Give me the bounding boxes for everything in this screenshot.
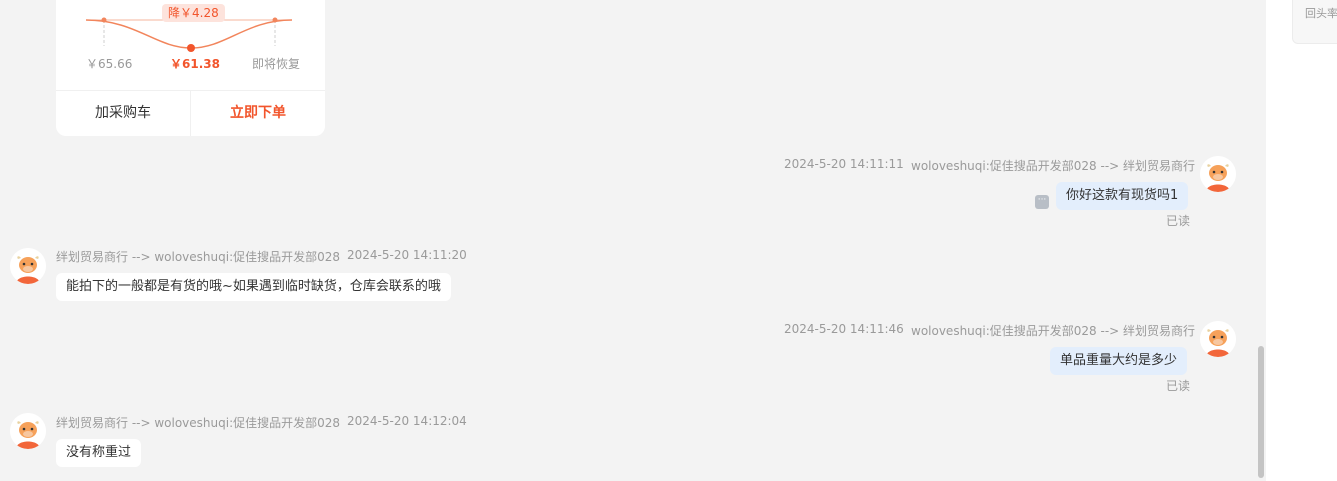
message-bubble: 能拍下的一般都是有货的哦~如果遇到临时缺货，仓库会联系的哦 — [56, 273, 451, 301]
message-bubble: 单品重量大约是多少 — [1050, 347, 1188, 375]
card-actions: 加采购车 立即下单 — [56, 90, 325, 136]
price-future: 即将恢复 — [252, 57, 301, 71]
product-card: 降￥4.28 ￥65.66 ￥61.38 即将恢复 加采购车 立即下单 — [56, 0, 325, 136]
chat-area: 降￥4.28 ￥65.66 ￥61.38 即将恢复 加采购车 立即下单 2024… — [0, 0, 1266, 481]
message-time: 2024-5-20 14:11:46 — [784, 322, 904, 336]
add-to-cart-button[interactable]: 加采购车 — [56, 91, 191, 136]
read-status: 已读 — [1166, 379, 1191, 393]
buy-now-button[interactable]: 立即下单 — [191, 91, 325, 136]
cow-avatar-icon — [10, 413, 46, 449]
stats-card: 回头率 — [1292, 0, 1337, 44]
message-route: 绊划贸易商行 --> woloveshuqi:促佳搜品开发部028 — [56, 416, 341, 430]
read-status: 已读 — [1166, 214, 1191, 228]
right-panel: 回头率 — [1266, 0, 1337, 481]
message-route: woloveshuqi:促佳搜品开发部028 --> 绊划贸易商行 — [911, 159, 1196, 173]
price-current: ￥61.38 — [170, 57, 220, 71]
cow-avatar-icon — [1200, 156, 1236, 192]
message-bubble: 你好这款有现货吗1 — [1056, 182, 1189, 210]
scrollbar-thumb[interactable] — [1258, 346, 1264, 478]
price-original: ￥65.66 — [86, 57, 133, 71]
stats-label: 回头率 — [1305, 7, 1337, 20]
more-options-icon[interactable]: ··· — [1035, 195, 1049, 209]
cow-avatar-icon — [1200, 321, 1236, 357]
discount-badge: 降￥4.28 — [162, 4, 225, 22]
message-time: 2024-5-20 14:11:11 — [784, 157, 904, 171]
message-route: woloveshuqi:促佳搜品开发部028 --> 绊划贸易商行 — [911, 324, 1196, 338]
message-time: 2024-5-20 14:12:04 — [347, 414, 467, 428]
message-time: 2024-5-20 14:11:20 — [347, 248, 467, 262]
cow-avatar-icon — [10, 248, 46, 284]
message-route: 绊划贸易商行 --> woloveshuqi:促佳搜品开发部028 — [56, 250, 341, 264]
message-bubble: 没有称重过 — [56, 439, 142, 467]
